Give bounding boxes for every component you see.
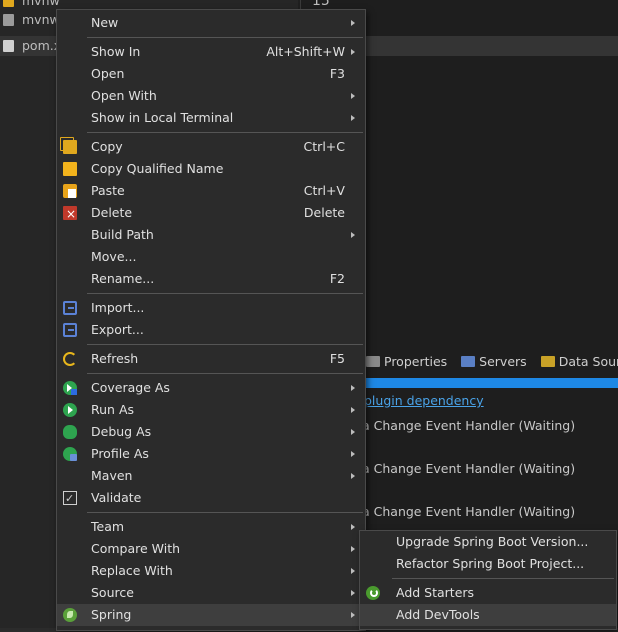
validate-checkbox-icon (63, 488, 77, 510)
menu-item-import[interactable]: Import... (57, 297, 365, 319)
chevron-right-icon (351, 385, 355, 391)
menu-item-debug-as[interactable]: Debug As (57, 421, 365, 443)
line-number: 15 (312, 0, 330, 9)
tab-label: Servers (479, 353, 527, 369)
tab-label: Properties (384, 353, 448, 369)
menu-item-run-as[interactable]: Run As (57, 399, 365, 421)
plugin-dependency-link[interactable]: plugin dependency (364, 393, 484, 408)
context-menu: New Show In Alt+Shift+W Open F3 Open Wit… (56, 9, 366, 631)
menu-item-profile-as[interactable]: Profile As (57, 443, 365, 465)
menu-item-show-in[interactable]: Show In Alt+Shift+W (57, 41, 365, 63)
menu-item-maven[interactable]: Maven (57, 465, 365, 487)
menu-separator (87, 344, 363, 345)
submenu-item-refactor-spring-boot-project[interactable]: Refactor Spring Boot Project... (360, 553, 616, 575)
profile-icon (63, 447, 77, 461)
data-source-icon (540, 355, 555, 367)
menu-item-compare-with[interactable]: Compare With (57, 538, 365, 560)
chevron-right-icon (351, 568, 355, 574)
chevron-right-icon (351, 93, 355, 99)
copy-qualified-name-icon (63, 162, 77, 176)
file-name: mvnw (22, 12, 60, 27)
menu-separator (87, 512, 363, 513)
chevron-right-icon (351, 546, 355, 552)
menu-separator (87, 132, 363, 133)
servers-icon (461, 355, 476, 367)
debug-icon (63, 425, 77, 439)
spring-icon (63, 608, 77, 622)
menu-item-move[interactable]: Move... (57, 246, 365, 268)
tab-data-source[interactable]: Data Source E (537, 354, 618, 369)
view-tabs: Properties Servers Data Source E (362, 350, 618, 372)
chevron-right-icon (351, 407, 355, 413)
menu-item-export[interactable]: Export... (57, 319, 365, 341)
menu-item-paste[interactable]: Paste Ctrl+V (57, 180, 365, 202)
menu-item-new[interactable]: New (57, 12, 365, 34)
import-icon (63, 301, 77, 315)
menu-separator (392, 578, 614, 579)
menu-item-copy[interactable]: Copy Ctrl+C (57, 136, 365, 158)
submenu-item-add-starters[interactable]: Add Starters (360, 582, 616, 604)
menu-item-rename[interactable]: Rename... F2 (57, 268, 365, 290)
menu-separator (87, 373, 363, 374)
job-status: a Change Event Handler (Waiting) (362, 461, 576, 476)
menu-item-copy-qualified-name[interactable]: Copy Qualified Name (57, 158, 365, 180)
submenu-item-upgrade-spring-boot-version[interactable]: Upgrade Spring Boot Version... (360, 531, 616, 553)
menu-item-coverage-as[interactable]: Coverage As (57, 377, 365, 399)
chevron-right-icon (351, 429, 355, 435)
chevron-right-icon (351, 115, 355, 121)
properties-icon (366, 355, 380, 367)
job-status: a Change Event Handler (Waiting) (362, 504, 576, 519)
menu-item-delete[interactable]: Delete Delete (57, 202, 365, 225)
spring-boot-icon (366, 586, 380, 600)
menu-item-spring[interactable]: Spring (57, 604, 365, 626)
run-icon (63, 403, 77, 417)
chevron-right-icon (351, 524, 355, 530)
menu-item-validate[interactable]: Validate (57, 487, 365, 510)
tab-servers[interactable]: Servers (457, 354, 531, 369)
menu-item-open-with[interactable]: Open With (57, 85, 365, 107)
menu-item-replace-with[interactable]: Replace With (57, 560, 365, 582)
chevron-right-icon (351, 612, 355, 618)
file-icon (3, 0, 14, 7)
paste-icon (63, 184, 77, 198)
copy-icon (63, 140, 77, 154)
coverage-icon (63, 381, 77, 395)
explorer-file-mvnw[interactable]: mvnw (0, 0, 300, 9)
tab-label: Data Source E (558, 353, 618, 369)
chevron-right-icon (351, 20, 355, 26)
chevron-right-icon (351, 49, 355, 55)
refresh-icon (63, 352, 77, 366)
tab-properties[interactable]: Properties (362, 354, 451, 369)
menu-item-build-path[interactable]: Build Path (57, 224, 365, 246)
chevron-right-icon (351, 451, 355, 457)
chevron-right-icon (351, 232, 355, 238)
cmd-file-icon (3, 14, 14, 26)
menu-item-source[interactable]: Source (57, 582, 365, 604)
menu-item-show-in-local-terminal[interactable]: Show in Local Terminal (57, 107, 365, 129)
menu-separator (87, 293, 363, 294)
menu-item-team[interactable]: Team (57, 516, 365, 538)
menu-separator (87, 37, 363, 38)
file-name: mvnw (22, 0, 60, 8)
chevron-right-icon (351, 473, 355, 479)
chevron-right-icon (351, 590, 355, 596)
spring-submenu: Upgrade Spring Boot Version... Refactor … (359, 530, 617, 630)
job-status: a Change Event Handler (Waiting) (362, 418, 576, 433)
export-icon (63, 323, 77, 337)
submenu-item-add-devtools[interactable]: Add DevTools (360, 604, 616, 626)
menu-item-open[interactable]: Open F3 (57, 63, 365, 85)
progress-bar (362, 378, 618, 388)
pom-file-icon (3, 40, 14, 52)
menu-item-refresh[interactable]: Refresh F5 (57, 348, 365, 370)
delete-icon (63, 203, 77, 225)
